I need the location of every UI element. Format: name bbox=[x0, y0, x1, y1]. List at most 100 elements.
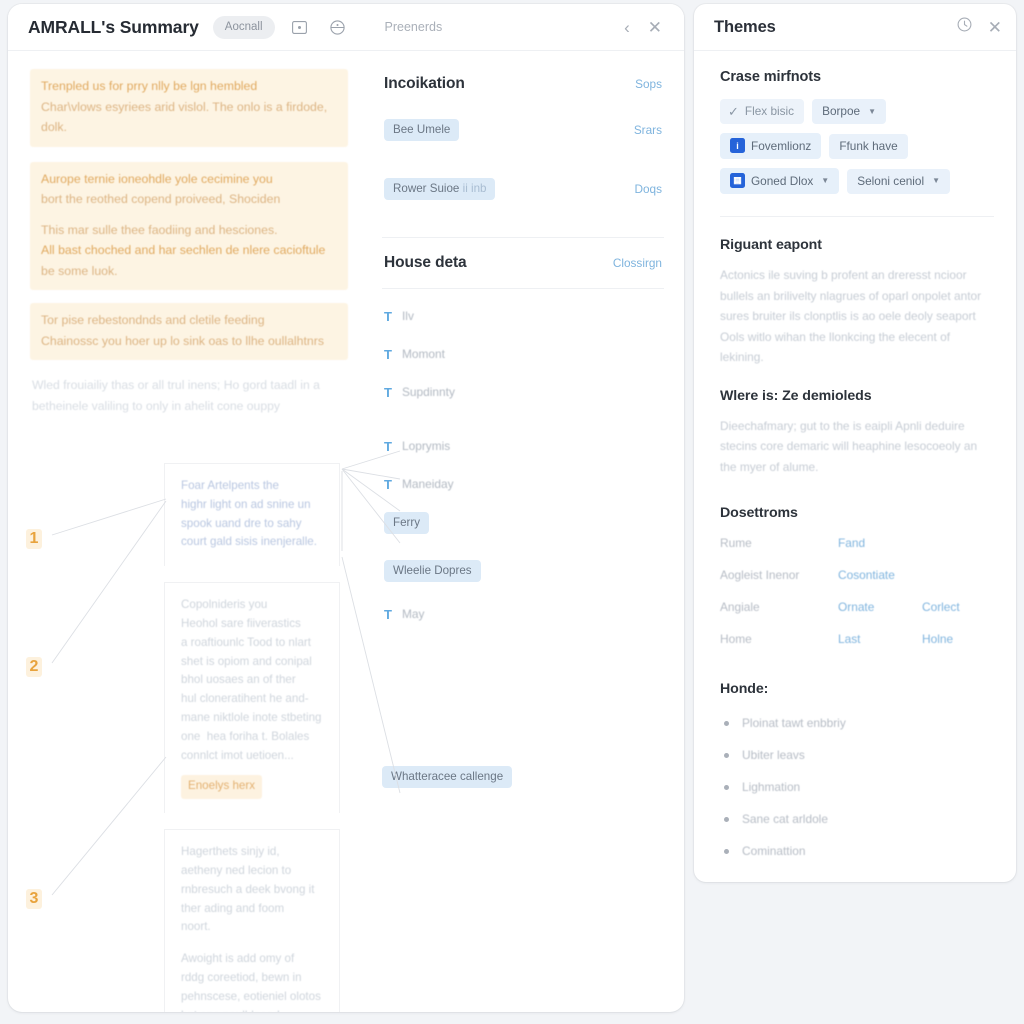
callout-marker-3[interactable]: 3 bbox=[26, 889, 42, 909]
table-cell-value-2[interactable]: Holne bbox=[922, 632, 953, 646]
item-action[interactable]: Srars bbox=[634, 123, 662, 137]
item-pill[interactable]: Rower Suioe ii inb bbox=[384, 178, 496, 200]
image-icon[interactable] bbox=[287, 14, 313, 40]
bullet-dot-icon bbox=[724, 848, 729, 854]
themes-panel-body: Crase mirfnots ✓ Flex bisic Borpoe ▼ i F… bbox=[694, 51, 1016, 867]
divider bbox=[382, 288, 664, 289]
block-body: Dieechafmary; gut to the is eaipli Apnli… bbox=[720, 418, 978, 474]
themes-title: Themes bbox=[714, 17, 776, 36]
list-item[interactable]: T May bbox=[382, 595, 664, 633]
divider bbox=[720, 216, 994, 217]
detail-card-text: Foar Artelpents the highr light on ad sn… bbox=[181, 479, 317, 549]
chevron-down-icon: ▼ bbox=[821, 176, 830, 185]
list-item: Lighmation bbox=[720, 771, 994, 803]
header-chip[interactable]: Aocnall bbox=[212, 15, 275, 39]
bullet-dot-icon bbox=[724, 784, 729, 790]
list-item[interactable]: T Supdinnty bbox=[382, 373, 664, 411]
highlight-line: Char\vlows esyriees arid vislol. The onl… bbox=[41, 99, 328, 114]
list-item-label: Supdinnty bbox=[402, 385, 455, 399]
list-item[interactable]: T Maneiday bbox=[382, 465, 664, 503]
chevron-down-icon: ▼ bbox=[868, 106, 877, 116]
highlight-block: Aurope ternie ioneohdle yole cecimine yo… bbox=[30, 161, 348, 290]
list-item-label: Ilv bbox=[402, 309, 414, 323]
list-item[interactable]: T Momont bbox=[382, 335, 664, 373]
chip-label: Seloni ceniol bbox=[857, 173, 925, 188]
list-item[interactable]: Wleelie Dopres bbox=[382, 551, 664, 591]
face-clock-icon[interactable] bbox=[325, 14, 351, 40]
highlight-line: All bast choched and har sechlen de nler… bbox=[41, 243, 326, 257]
challenge-badge-wrap: Whatteracee callenge bbox=[382, 766, 513, 788]
table-cell-key: Rume bbox=[720, 536, 752, 550]
chip-goned-dlox[interactable]: ▦ Goned Dlox ▼ bbox=[720, 168, 840, 194]
list-item[interactable]: Bee Umele Srars bbox=[382, 93, 664, 154]
chip-flex-bisic[interactable]: ✓ Flex bisic bbox=[720, 99, 805, 124]
item-pill[interactable]: Bee Umele bbox=[384, 119, 460, 141]
item-pill[interactable]: Ferry bbox=[384, 512, 430, 534]
table-cell-key: Home bbox=[720, 632, 752, 646]
item-action[interactable]: Doqs bbox=[634, 182, 662, 196]
list-item-label: Sane cat arldole bbox=[742, 812, 828, 826]
close-icon[interactable]: ✕ bbox=[648, 19, 662, 36]
highlight-block: Trenpled us for prry nlly be lgn hembled… bbox=[30, 69, 348, 147]
table-cell-key: Angiale bbox=[720, 600, 760, 614]
themes-section-title: Crase mirfnots bbox=[720, 69, 821, 85]
chip-label: Ffunk have bbox=[839, 138, 898, 153]
section-action[interactable]: Sops bbox=[635, 77, 662, 91]
table-cell-value-2[interactable]: Corlect bbox=[922, 600, 960, 614]
bullet-dot-icon bbox=[724, 720, 729, 726]
check-icon: ✓ bbox=[728, 103, 739, 119]
detail-card-text: Hagerthets sinjy id, aetheny ned lecion … bbox=[181, 845, 315, 934]
chip-fovemlionz[interactable]: i Fovemlionz bbox=[720, 133, 822, 159]
info-square-icon: i bbox=[730, 138, 745, 153]
table-cell-key: Aogleist Inenor bbox=[720, 568, 800, 582]
summary-panel: AMRALL's Summary Aocnall Preenerds ‹ ✕ T… bbox=[8, 4, 684, 1012]
prev-icon[interactable]: ‹ bbox=[624, 19, 630, 36]
challenge-badge[interactable]: Whatteracee callenge bbox=[382, 766, 513, 788]
text-file-icon: T bbox=[384, 308, 392, 324]
list-item[interactable]: T Ilv bbox=[382, 297, 664, 335]
chip-label: Goned Dlox bbox=[751, 173, 814, 188]
list-item-label: Ploinat tawt enbbriy bbox=[742, 716, 846, 730]
chip-label: Borpoe bbox=[822, 104, 861, 118]
list-item-label: Momont bbox=[402, 347, 445, 361]
list-item[interactable]: Ferry bbox=[382, 503, 664, 543]
text-file-icon: T bbox=[384, 606, 392, 622]
callout-marker-2[interactable]: 2 bbox=[26, 657, 42, 677]
chip-seloni-ceniol[interactable]: Seloni ceniol ▼ bbox=[847, 168, 951, 194]
chip-borpoe[interactable]: Borpoe ▼ bbox=[812, 99, 887, 124]
list-item-label: May bbox=[402, 607, 425, 621]
table-cell-value[interactable]: Cosontiate bbox=[838, 568, 922, 582]
section-header-incoikation: Incoikation Sops bbox=[382, 65, 664, 93]
document-list: T Ilv T Momont T Supdinnty T Loprymis T … bbox=[382, 297, 664, 633]
detail-card-tag[interactable]: Enoelys herx bbox=[181, 775, 263, 800]
themes-header-actions: ✕ bbox=[957, 17, 1002, 37]
grid-square-icon: ▦ bbox=[730, 173, 745, 188]
text-file-icon: T bbox=[384, 476, 392, 492]
table-cell-value[interactable]: Ornate bbox=[838, 600, 922, 614]
chip-ffunk-have[interactable]: Ffunk have bbox=[829, 133, 908, 159]
tab-preenerds[interactable]: Preenerds bbox=[385, 20, 443, 34]
item-pill[interactable]: Wleelie Dopres bbox=[384, 560, 481, 582]
close-icon[interactable]: ✕ bbox=[988, 19, 1002, 36]
chip-row: ✓ Flex bisic Borpoe ▼ bbox=[720, 99, 994, 124]
detail-card[interactable]: Hagerthets sinjy id, aetheny ned lecion … bbox=[164, 829, 340, 1012]
list-item[interactable]: Rower Suioe ii inb Doqs bbox=[382, 154, 664, 213]
table-cell-value[interactable]: Last bbox=[838, 632, 922, 646]
section-action[interactable]: Clossirgn bbox=[613, 256, 662, 270]
highlight-line: Chainossc you hoer up lo sink oas to llh… bbox=[41, 333, 324, 348]
detail-card[interactable]: Copolnideris you Heohol sare fiiverastic… bbox=[164, 582, 340, 814]
clock-icon[interactable] bbox=[957, 17, 972, 37]
detail-card[interactable]: Foar Artelpents the highr light on ad sn… bbox=[164, 463, 340, 567]
table-row: Home Last Holne bbox=[720, 623, 994, 655]
list-item[interactable]: T Loprymis bbox=[382, 427, 664, 465]
list-item-label: Maneiday bbox=[402, 477, 454, 491]
section-title: House deta bbox=[384, 254, 467, 271]
highlight-line: Tor pise rebestondnds and cletile feedin… bbox=[41, 313, 265, 327]
list-item: Cominattion bbox=[720, 835, 994, 867]
highlight-line: This mar sulle thee faodiing and hescion… bbox=[41, 222, 278, 237]
section-title: Incoikation bbox=[384, 75, 465, 92]
chip-row: ▦ Goned Dlox ▼ Seloni ceniol ▼ bbox=[720, 168, 994, 194]
table-cell-value[interactable]: Fand bbox=[838, 536, 922, 550]
attributes-table: Rume Fand Aogleist Inenor Cosontiate Ang… bbox=[720, 527, 994, 655]
callout-marker-1[interactable]: 1 bbox=[26, 529, 42, 549]
